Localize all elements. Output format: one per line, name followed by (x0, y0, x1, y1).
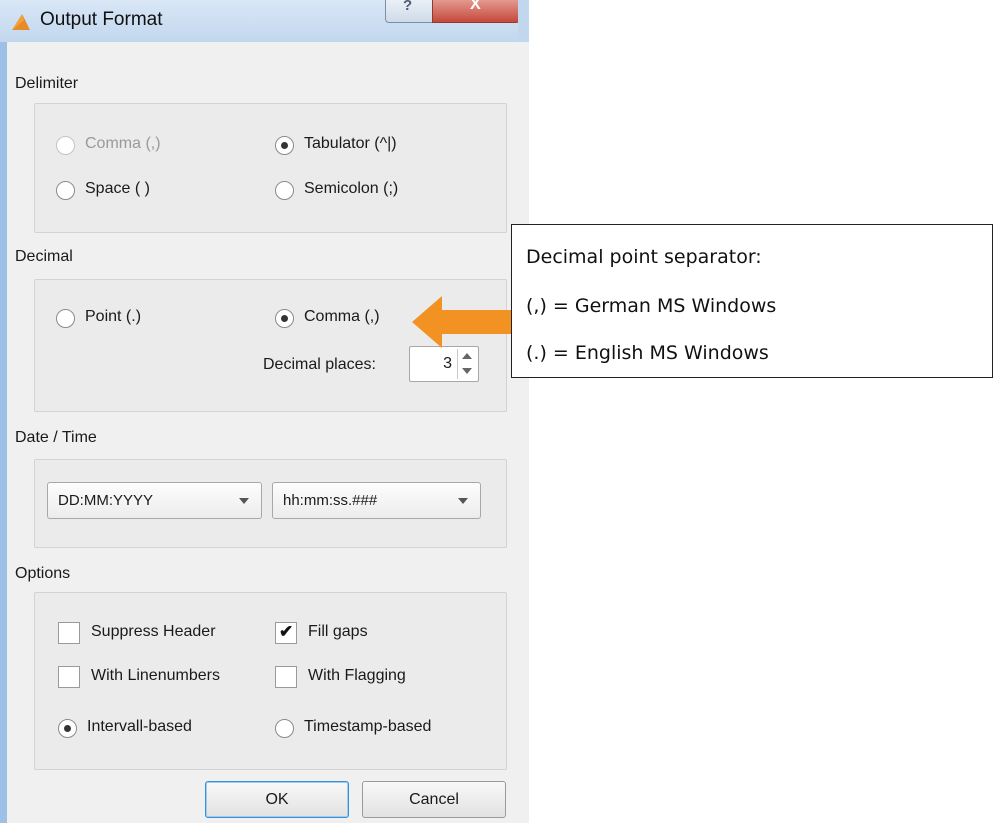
delimiter-group: Comma (,) Tabulator (^|) Space ( ) Semic… (34, 103, 507, 233)
cancel-button[interactable]: Cancel (362, 781, 506, 818)
decimal-label: Decimal (15, 248, 73, 265)
checkbox-indicator (58, 622, 80, 644)
time-format-select[interactable]: hh:mm:ss.### (272, 482, 481, 519)
radio-indicator (56, 136, 75, 155)
close-icon: X (470, 0, 481, 13)
spinbox-buttons[interactable] (457, 349, 476, 379)
date-format-select[interactable]: DD:MM:YYYY (47, 482, 262, 519)
spin-down-icon[interactable] (462, 368, 472, 374)
radio-indicator (275, 309, 294, 328)
spin-up-icon[interactable] (462, 353, 472, 359)
chevron-down-icon (239, 498, 249, 504)
checkmark-icon: ✔ (279, 622, 294, 641)
callout-line: (.) = English MS Windows (526, 342, 769, 364)
window-title: Output Format (40, 9, 163, 30)
callout-line: Decimal point separator: (526, 246, 762, 268)
window-frame-right (518, 0, 529, 42)
decimal-places-label: Decimal places: (263, 356, 376, 373)
close-button[interactable]: X (432, 0, 520, 23)
window-frame (0, 0, 7, 823)
radio-indicator (275, 181, 294, 200)
options-group: Suppress Header ✔ Fill gaps With Linenum… (34, 592, 507, 770)
callout-arrow-icon (412, 296, 511, 348)
radio-indicator (275, 719, 294, 738)
output-format-dialog: Output Format ? X Delimiter Comma (,) Ta… (0, 0, 529, 823)
radio-indicator (58, 719, 77, 738)
delimiter-label: Delimiter (15, 75, 79, 92)
title-bar[interactable]: Output Format ? X (0, 0, 529, 42)
annotation-callout: Decimal point separator: (,) = German MS… (511, 224, 993, 378)
checkbox-indicator (58, 666, 80, 688)
ok-button[interactable]: OK (205, 781, 349, 818)
radio-indicator (275, 136, 294, 155)
options-label: Options (15, 565, 71, 582)
callout-line: (,) = German MS Windows (526, 295, 777, 317)
datetime-label: Date / Time (15, 429, 97, 446)
app-logo-icon (12, 14, 30, 30)
checkbox-indicator (275, 666, 297, 688)
chevron-down-icon (458, 498, 468, 504)
checkbox-indicator: ✔ (275, 622, 297, 644)
help-button[interactable]: ? (385, 0, 433, 23)
radio-indicator (56, 181, 75, 200)
radio-indicator (56, 309, 75, 328)
help-icon: ? (403, 0, 413, 14)
